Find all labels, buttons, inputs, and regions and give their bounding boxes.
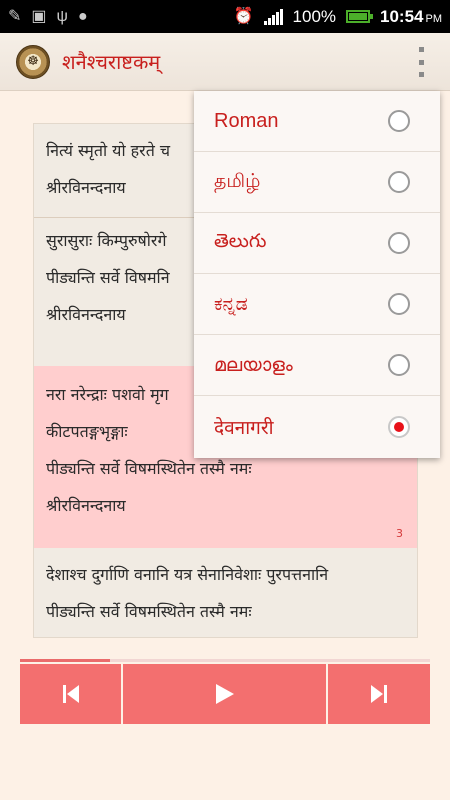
verse-line: देशाश्च दुर्गाणि वनानि यत्र सेनानिवेशाः … xyxy=(46,565,329,584)
menu-item-label: Roman xyxy=(214,109,279,132)
skip-next-icon xyxy=(371,685,387,703)
battery-icon xyxy=(346,10,374,23)
verse-line: श्रीरविनन्दनाय xyxy=(46,496,126,515)
menu-item-telugu[interactable]: తెలుగు xyxy=(194,213,440,274)
status-notifications: ✎ ▣ ψ ● xyxy=(8,7,88,25)
radio-button[interactable] xyxy=(388,171,410,193)
radio-button-checked[interactable] xyxy=(388,415,410,438)
play-button[interactable] xyxy=(123,664,328,724)
app-bar: ☸ शनैश्चराष्टकम् xyxy=(0,33,450,91)
menu-item-label: தமிழ் xyxy=(214,169,261,192)
overflow-menu-button[interactable] xyxy=(414,47,428,77)
image-icon: ▣ xyxy=(31,7,47,25)
app-title: शनैश्चराष्टकम् xyxy=(62,50,161,74)
android-icon: ● xyxy=(77,7,88,25)
clock-ampm: PM xyxy=(425,12,443,25)
menu-item-roman[interactable]: Roman xyxy=(194,91,440,152)
usb-icon: ψ xyxy=(56,7,68,25)
player-controls xyxy=(20,664,430,724)
menu-item-label: తెలుగు xyxy=(214,229,267,252)
play-icon xyxy=(215,684,234,704)
menu-item-label: മലയാളം xyxy=(214,354,293,376)
menu-item-label: देवनागरी xyxy=(214,416,274,439)
alarm-icon: ⏰ xyxy=(233,7,254,25)
menu-item-tamil[interactable]: தமிழ் xyxy=(194,152,440,213)
menu-item-devanagari[interactable]: देवनागरी xyxy=(194,396,440,457)
app-logo-icon[interactable]: ☸ xyxy=(16,44,50,79)
next-button[interactable] xyxy=(328,664,430,724)
verse-line: पीड्यन्ति सर्वे विषमस्थितेन तस्मै नमः xyxy=(46,602,252,621)
clock: 10:54 PM xyxy=(380,7,442,27)
playback-progress-fill xyxy=(20,659,111,662)
radio-button[interactable] xyxy=(388,293,410,315)
playback-progress-bar[interactable] xyxy=(20,659,430,662)
script-selection-menu: Roman தமிழ் తెలుగు ಕನ್ನಡ മലയാളം देवनागरी xyxy=(194,91,440,458)
battery-percent: 100% xyxy=(292,6,337,26)
menu-item-kannada[interactable]: ಕನ್ನಡ xyxy=(194,274,440,335)
clock-time: 10:54 xyxy=(380,6,424,26)
radio-button[interactable] xyxy=(388,110,410,132)
skip-previous-icon xyxy=(62,685,79,703)
radio-button[interactable] xyxy=(388,232,410,254)
signal-icon xyxy=(263,8,283,25)
radio-button[interactable] xyxy=(388,354,410,376)
edit-note-icon: ✎ xyxy=(8,7,22,25)
menu-item-label: ಕನ್ನಡ xyxy=(214,293,248,315)
previous-button[interactable] xyxy=(20,664,123,724)
menu-item-malayalam[interactable]: മലയാളം xyxy=(194,335,440,396)
verse-number: 3 xyxy=(396,527,403,540)
status-system: ⏰ 100% 10:54 PM xyxy=(234,7,442,27)
verse-item[interactable]: देशाश्च दुर्गाणि वनानि यत्र सेनानिवेशाः … xyxy=(34,556,417,630)
status-bar: ✎ ▣ ψ ● ⏰ 100% 10:54 PM xyxy=(0,0,450,33)
